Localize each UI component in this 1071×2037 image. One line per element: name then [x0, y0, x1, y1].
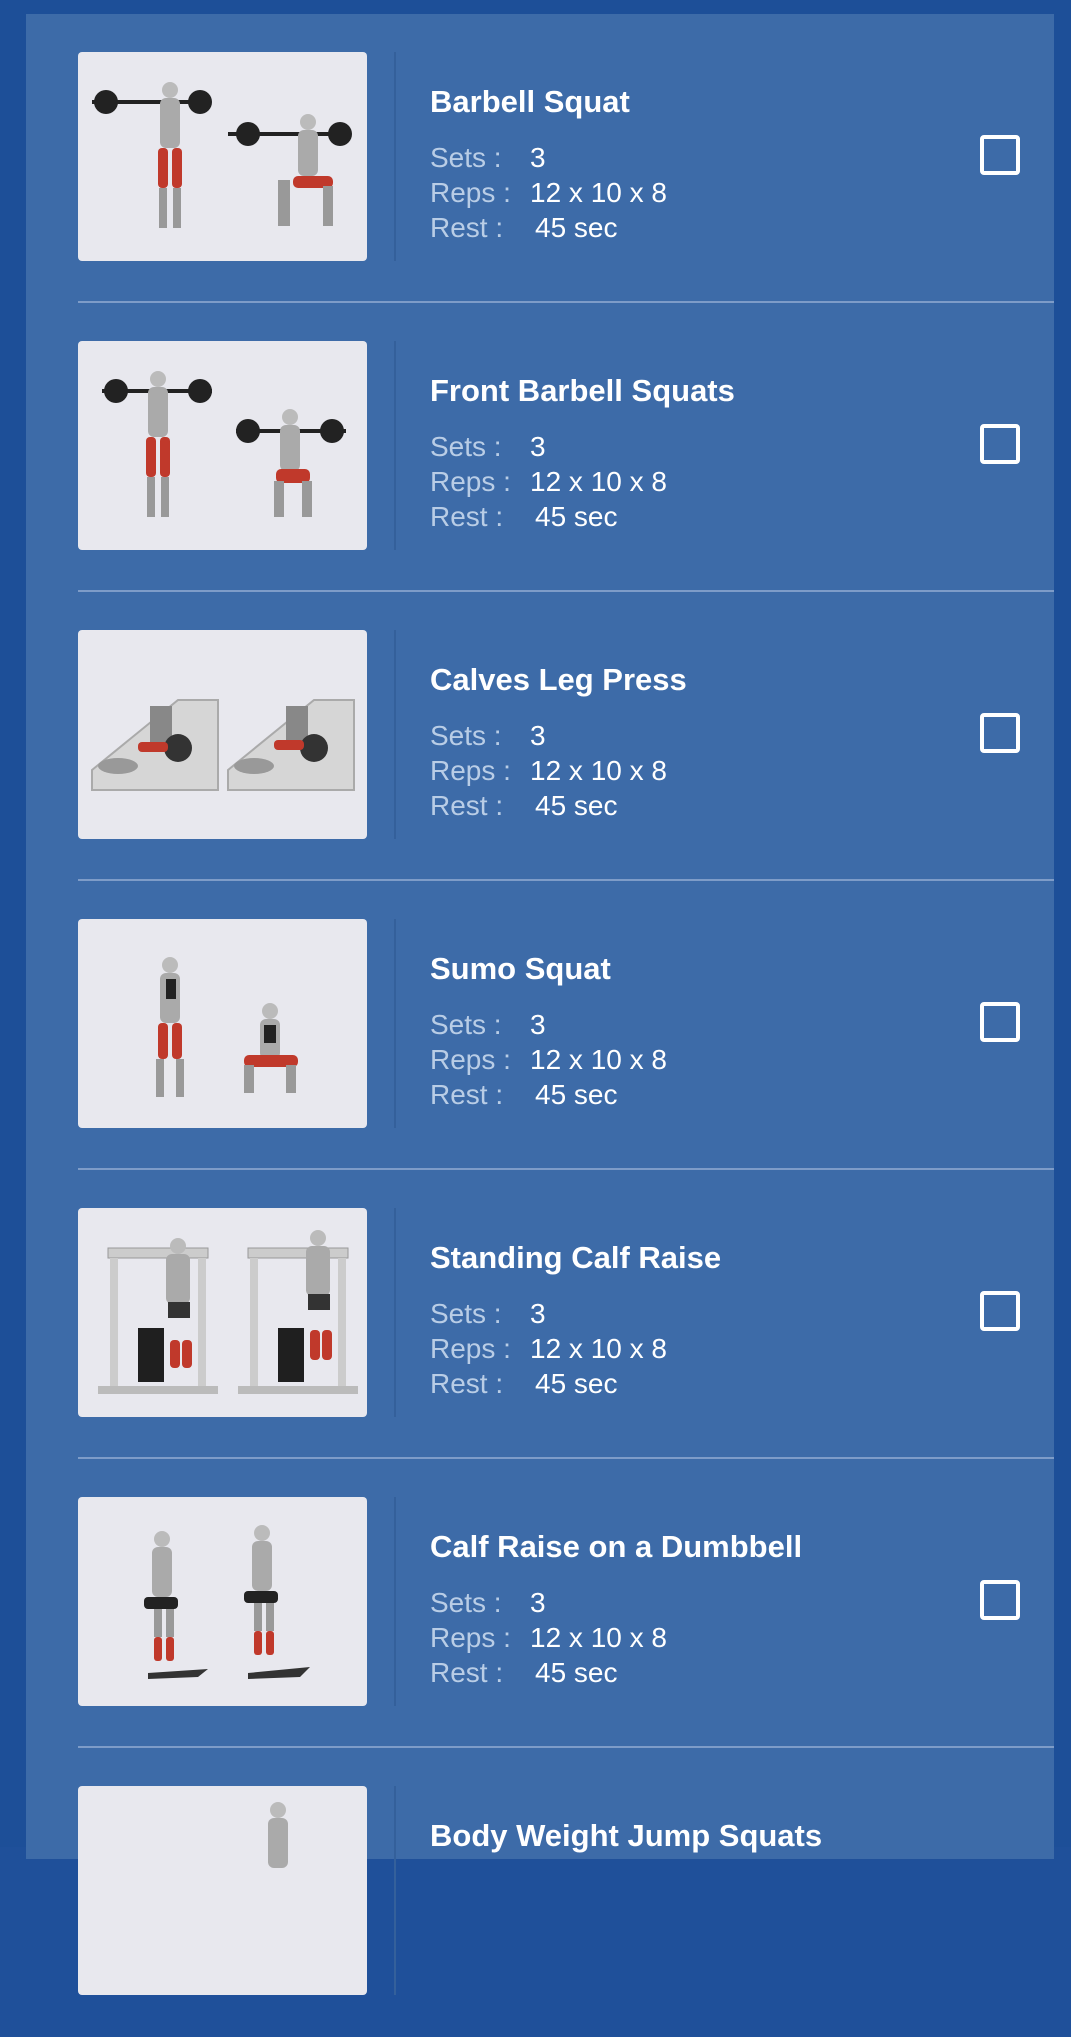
- exercise-item[interactable]: Calf Raise on a Dumbbell Sets : 3 Reps : 1…: [52, 1459, 1071, 1748]
- standing-calf-raise-image: [98, 1230, 358, 1394]
- sets-value: 3: [530, 431, 546, 462]
- reps-row: Reps : 12 x 10 x 8: [430, 1622, 667, 1654]
- exercise-thumbnail: [78, 341, 367, 550]
- reps-label: Reps :: [430, 466, 511, 497]
- exercise-thumbnail: [78, 1497, 367, 1706]
- reps-value: 12 x 10 x 8: [530, 1622, 667, 1653]
- rest-value: 45 sec: [535, 501, 618, 532]
- rest-row: Rest : 45 sec: [430, 1368, 618, 1400]
- calf-raise-dumbbell-image: [144, 1525, 310, 1679]
- rest-label: Rest :: [430, 1657, 504, 1688]
- rest-label: Rest :: [430, 790, 504, 821]
- exercise-item[interactable]: Barbell Squat Sets :3 Reps :12 x 10 x 8 …: [52, 14, 1071, 303]
- reps-row: Reps : 12 x 10 x 8: [430, 177, 667, 209]
- reps-label: Reps :: [430, 177, 511, 208]
- exercise-thumbnail: [78, 1786, 367, 1995]
- reps-value: 12 x 10 x 8: [530, 177, 667, 208]
- rest-value: 45 sec: [535, 1079, 618, 1110]
- sets-row: Sets : 3: [430, 142, 546, 174]
- rest-value: 45 sec: [535, 1657, 618, 1688]
- rest-row: Rest : 45 sec: [430, 1079, 618, 1111]
- exercise-item[interactable]: Front Barbell Squats Sets : 3 Reps : 12 x …: [52, 303, 1071, 592]
- rest-row: Rest : 45 sec: [430, 790, 618, 822]
- reps-value: 12 x 10 x 8: [530, 1044, 667, 1075]
- rest-row: Rest : 45 sec: [430, 212, 618, 244]
- exercise-title: Front Barbell Squats: [430, 373, 735, 408]
- sets-row: Sets : 3: [430, 720, 546, 752]
- rest-row: Rest : 45 sec: [430, 1657, 618, 1689]
- exercise-thumbnail: [78, 919, 367, 1128]
- reps-row: Reps : 12 x 10 x 8: [430, 1333, 667, 1365]
- exercise-list-panel[interactable]: Barbell Squat Sets :3 Reps :12 x 10 x 8 …: [26, 14, 1054, 1995]
- exercise-title: Calf Raise on a Dumbbell: [430, 1529, 803, 1564]
- sets-value: 3: [530, 1587, 546, 1618]
- vertical-divider: [394, 919, 396, 1128]
- vertical-divider: [394, 1786, 396, 1995]
- exercise-title: Standing Calf Raise: [430, 1240, 722, 1275]
- exercise-title: Sumo Squat: [430, 951, 611, 986]
- reps-label: Reps :: [430, 1333, 511, 1364]
- rest-label: Rest :: [430, 501, 504, 532]
- vertical-divider: [394, 52, 396, 261]
- complete-checkbox[interactable]: [980, 1002, 1020, 1042]
- reps-value: 12 x 10 x 8: [530, 755, 667, 786]
- exercise-thumbnail: [78, 630, 367, 839]
- app-frame: Barbell Squat Sets :3 Reps :12 x 10 x 8 …: [0, 0, 1071, 1995]
- sets-row: Sets : 3: [430, 1587, 546, 1619]
- jump-squat-image: [268, 1802, 288, 1868]
- sets-label: Sets :: [430, 1009, 502, 1040]
- barbell-squat-image: [92, 82, 352, 228]
- reps-value: 12 x 10 x 8: [530, 466, 667, 497]
- sets-value: 3: [530, 142, 546, 173]
- reps-label: Reps :: [430, 1622, 511, 1653]
- front-barbell-squat-image: [102, 371, 346, 517]
- reps-label: Reps :: [430, 755, 511, 786]
- complete-checkbox[interactable]: [980, 713, 1020, 753]
- reps-row: Reps : 12 x 10 x 8: [430, 755, 667, 787]
- leg-press-image: [91, 699, 355, 791]
- exercise-title: Barbell Squat: [430, 84, 630, 119]
- exercise-thumbnail: [78, 1208, 367, 1417]
- sets-value: 3: [530, 1009, 546, 1040]
- exercise-item[interactable]: Sumo Squat Sets : 3 Reps : 12 x 10 x 8 Res…: [52, 881, 1071, 1170]
- vertical-divider: [394, 630, 396, 839]
- sets-label: Sets :: [430, 431, 502, 462]
- rest-value: 45 sec: [535, 1368, 618, 1399]
- complete-checkbox[interactable]: [980, 1291, 1020, 1331]
- rest-label: Rest :: [430, 1368, 504, 1399]
- sets-row: Sets : 3: [430, 1298, 546, 1330]
- reps-row: Reps : 12 x 10 x 8: [430, 1044, 667, 1076]
- sets-label: Sets :: [430, 142, 502, 173]
- rest-label: Rest :: [430, 1079, 504, 1110]
- sets-label: Sets :: [430, 720, 502, 751]
- reps-row: Reps : 12 x 10 x 8: [430, 466, 667, 498]
- complete-checkbox[interactable]: [980, 135, 1020, 175]
- vertical-divider: [394, 1497, 396, 1706]
- exercise-item[interactable]: Body Weight Jump Squats: [52, 1748, 1071, 2037]
- sets-value: 3: [530, 720, 546, 751]
- vertical-divider: [394, 341, 396, 550]
- sets-row: Sets : 3: [430, 431, 546, 463]
- exercise-title: Calves Leg Press: [430, 662, 687, 697]
- rest-label: Rest :: [430, 212, 504, 243]
- rest-value: 45 sec: [535, 212, 618, 243]
- sets-value: 3: [530, 1298, 546, 1329]
- sumo-squat-image: [156, 957, 298, 1097]
- exercise-title: Body Weight Jump Squats: [430, 1818, 823, 1853]
- reps-value: 12 x 10 x 8: [530, 1333, 667, 1364]
- sets-label: Sets :: [430, 1298, 502, 1329]
- rest-value: 45 sec: [535, 790, 618, 821]
- exercise-thumbnail: [78, 52, 367, 261]
- sets-label: Sets :: [430, 1587, 502, 1618]
- exercise-item[interactable]: Calves Leg Press Sets : 3 Reps : 12 x 10 x…: [52, 592, 1071, 881]
- complete-checkbox[interactable]: [980, 424, 1020, 464]
- sets-row: Sets : 3: [430, 1009, 546, 1041]
- exercise-item[interactable]: Standing Calf Raise Sets : 3 Reps : 12 x 1…: [52, 1170, 1071, 1459]
- complete-checkbox[interactable]: [980, 1580, 1020, 1620]
- reps-label: Reps :: [430, 1044, 511, 1075]
- vertical-divider: [394, 1208, 396, 1417]
- rest-row: Rest : 45 sec: [430, 501, 618, 533]
